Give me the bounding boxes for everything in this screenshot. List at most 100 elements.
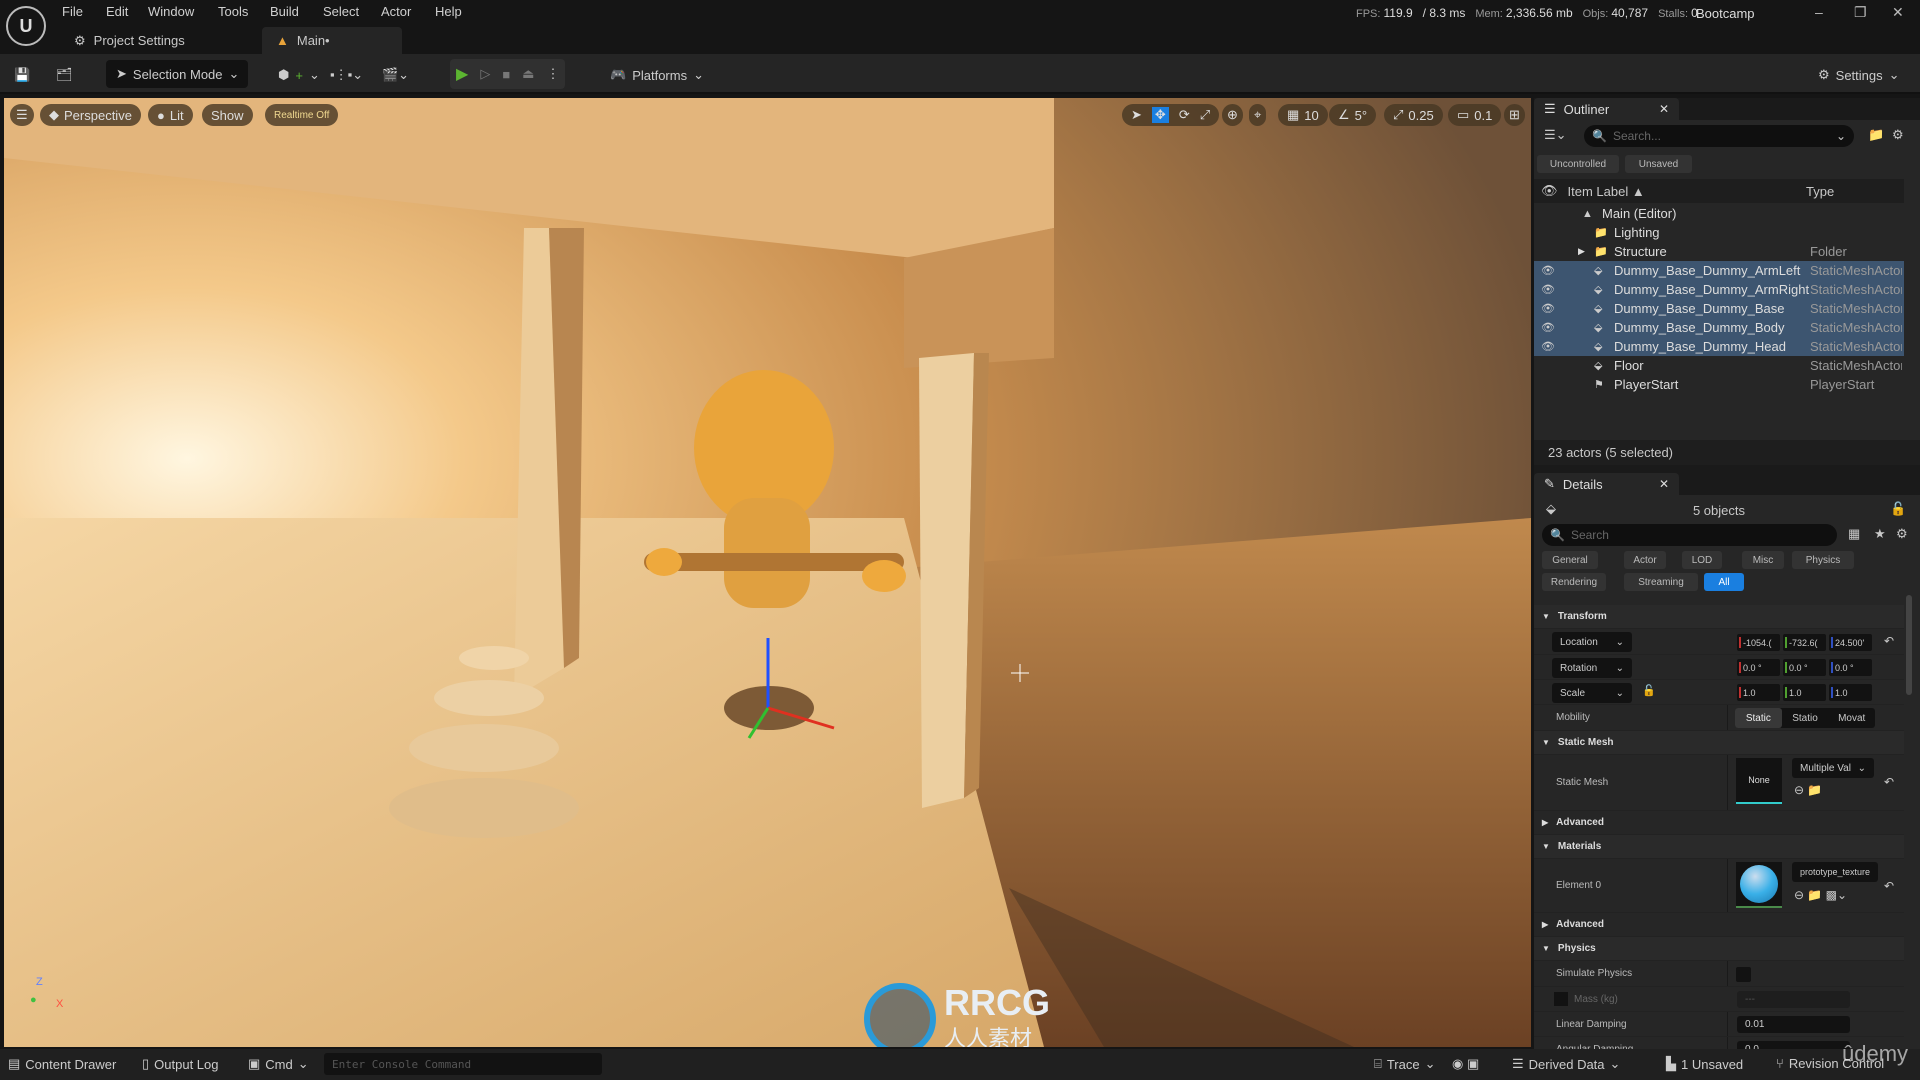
details-tab[interactable]: ✎ Details ✕ [1534,473,1679,495]
menu-actor[interactable]: Actor [381,4,411,19]
star-icon[interactable]: ★ [1874,526,1886,542]
filter-uncontrolled[interactable]: Uncontrolled [1537,155,1619,173]
mass-checkbox[interactable] [1554,992,1568,1006]
column-item-label[interactable]: Item Label ▲ [1568,184,1645,199]
outliner-row[interactable]: 👁 ⬙ Dummy_Base_Dummy_Base StaticMeshActo… [1534,299,1904,318]
outliner-row[interactable]: ▶ 📁 Structure Folder [1534,242,1904,261]
menu-build[interactable]: Build [270,4,299,19]
selection-mode-dropdown[interactable]: ➤ Selection Mode ⌄ [106,60,248,88]
cmd-dropdown[interactable]: ▣ Cmd ⌄ [248,1056,309,1072]
outliner-row[interactable]: 📁 Lighting [1534,223,1904,242]
menu-window[interactable]: Window [148,4,194,19]
lock-icon[interactable]: 🔓 [1890,501,1906,517]
close-icon[interactable]: ✕ [1659,102,1669,116]
add-folder-icon[interactable]: 📁 [1868,127,1884,143]
expand-arrow-icon[interactable]: ▶ [1578,246,1585,257]
more-options-icon[interactable]: ⋮ [546,66,559,82]
visibility-icon[interactable]: 👁 [1541,340,1555,353]
filter-tab-actor[interactable]: Actor [1624,551,1666,569]
outliner-row[interactable]: 👁 ⬙ Dummy_Base_Dummy_ArmRight StaticMesh… [1534,280,1904,299]
x-field[interactable]: 0.0 ° [1737,659,1780,676]
table-view-icon[interactable]: ▦ [1848,526,1860,542]
materials-section[interactable]: ▼ Materials [1534,835,1904,859]
outliner-row[interactable]: ▲ Main (Editor) [1534,204,1904,223]
tab-project-settings[interactable]: ⚙ Project Settings [60,27,199,54]
advanced-section[interactable]: ▶ Advanced [1534,811,1904,835]
outliner-row[interactable]: 👁 ⬙ Dummy_Base_Dummy_ArmLeft StaticMeshA… [1534,261,1904,280]
lit-button[interactable]: ● Lit [148,104,193,126]
platforms-dropdown[interactable]: 🎮 Platforms ⌄ [610,62,704,88]
layout-button[interactable]: ⊞ [1504,104,1525,126]
add-actor-button[interactable]: ⬢ + ⌄ [278,62,320,88]
visibility-icon[interactable]: 👁 [1541,302,1555,315]
outliner-tab[interactable]: ☰ Outliner ✕ [1534,98,1679,120]
trace-dropdown[interactable]: ⌸ Trace ⌄ [1374,1056,1435,1072]
camera-speed[interactable]: ▭ 0.1 [1448,104,1502,126]
scale-snap[interactable]: ⤢ 0.25 [1384,104,1443,126]
details-search-input[interactable]: 🔍 Search [1542,524,1837,546]
cinematics-button[interactable]: 🎬⌄ [382,62,409,88]
filter-tab-rendering[interactable]: Rendering [1542,573,1606,591]
outliner-row[interactable]: 👁 ⬙ Dummy_Base_Dummy_Body StaticMeshActo… [1534,318,1904,337]
filter-tab-physics[interactable]: Physics [1792,551,1854,569]
menu-help[interactable]: Help [435,4,462,19]
output-log-button[interactable]: ▯ Output Log [142,1056,218,1072]
reset-icon[interactable]: ↶ [1884,634,1894,648]
advanced-section[interactable]: ▶ Advanced [1534,913,1904,937]
outliner-row[interactable]: 👁 ⬙ Dummy_Base_Dummy_Head StaticMeshActo… [1534,337,1904,356]
derived-data-dropdown[interactable]: ☰ Derived Data ⌄ [1512,1056,1620,1072]
filter-tab-all[interactable]: All [1704,573,1744,591]
z-field[interactable]: 1.0 [1829,684,1872,701]
x-field[interactable]: -1054.( [1737,634,1780,651]
filter-unsaved[interactable]: Unsaved [1625,155,1692,173]
static-mesh-thumbnail[interactable]: None [1736,758,1782,804]
eject-icon[interactable]: ⏏ [522,66,534,82]
z-field[interactable]: 0.0 ° [1829,659,1872,676]
menu-file[interactable]: File [62,4,83,19]
show-button[interactable]: Show [202,104,253,126]
linear-damping-field[interactable]: 0.01 [1737,1016,1850,1033]
menu-edit[interactable]: Edit [106,4,128,19]
column-type[interactable]: Type [1806,184,1834,199]
simulate-physics-checkbox[interactable] [1736,967,1751,982]
realtime-toggle[interactable]: Realtime Off [265,104,339,126]
level-viewport[interactable]: ☰ ◆ Perspective ● Lit Show Realtime Off ➤ ✥… [4,98,1531,1047]
blueprint-button[interactable]: ▪⋮▪⌄ [330,62,363,88]
material-actions-icon[interactable]: ⊖ 📁 ▩⌄ [1794,888,1847,902]
rotation-snap[interactable]: ∠ 5° [1329,104,1377,126]
visibility-icon[interactable]: 👁 [1541,321,1555,334]
unreal-logo[interactable]: U [6,6,46,46]
menu-select[interactable]: Select [323,4,359,19]
outliner-row[interactable]: ⬙ Floor StaticMeshActor [1534,356,1904,375]
scale-tool-icon[interactable]: ⤢ [1200,107,1210,123]
minimize-button[interactable]: – [1815,4,1823,20]
dummy-hand-left[interactable] [646,548,682,576]
filter-tab-streaming[interactable]: Streaming [1624,573,1698,591]
location-dropdown[interactable]: Location ⌄ [1552,632,1632,652]
perspective-button[interactable]: ◆ Perspective [40,104,141,126]
reset-icon[interactable]: ↶ [1884,775,1894,789]
outliner-search-input[interactable]: 🔍 Search... ⌄ [1584,125,1854,147]
reset-icon[interactable]: ↶ [1884,879,1894,893]
select-tool-icon[interactable]: ➤ [1131,107,1142,123]
world-local-toggle[interactable]: ⊕ [1222,104,1243,126]
step-icon[interactable]: ▷ [480,66,490,82]
z-field[interactable]: 24.500' [1829,634,1872,651]
y-field[interactable]: 0.0 ° [1783,659,1826,676]
record-icon[interactable]: ◉ ▣ [1452,1056,1479,1072]
rotate-tool-icon[interactable]: ⟳ [1179,107,1190,123]
surface-snap-toggle[interactable]: ⌖ [1249,104,1267,126]
material-picker[interactable]: prototype_texture [1792,862,1878,882]
static-mesh-section[interactable]: ▼ Static Mesh [1534,731,1904,755]
x-field[interactable]: 1.0 [1737,684,1780,701]
gear-icon[interactable]: ⚙ [1892,127,1904,143]
mobility-option[interactable]: Movat [1828,708,1875,728]
static-mesh-picker[interactable]: Multiple Val ⌄ [1792,758,1874,778]
visibility-icon[interactable]: 👁 [1541,264,1555,277]
unsaved-button[interactable]: ▙ 1 Unsaved [1666,1056,1743,1072]
tab-main[interactable]: ▲ Main• [262,27,402,54]
use-selected-icon[interactable]: ⊖ 📁 [1794,783,1822,797]
stop-icon[interactable]: ■ [502,67,510,82]
browse-icon[interactable]: 🗂 [56,62,73,88]
play-icon[interactable]: ▶ [456,64,468,84]
